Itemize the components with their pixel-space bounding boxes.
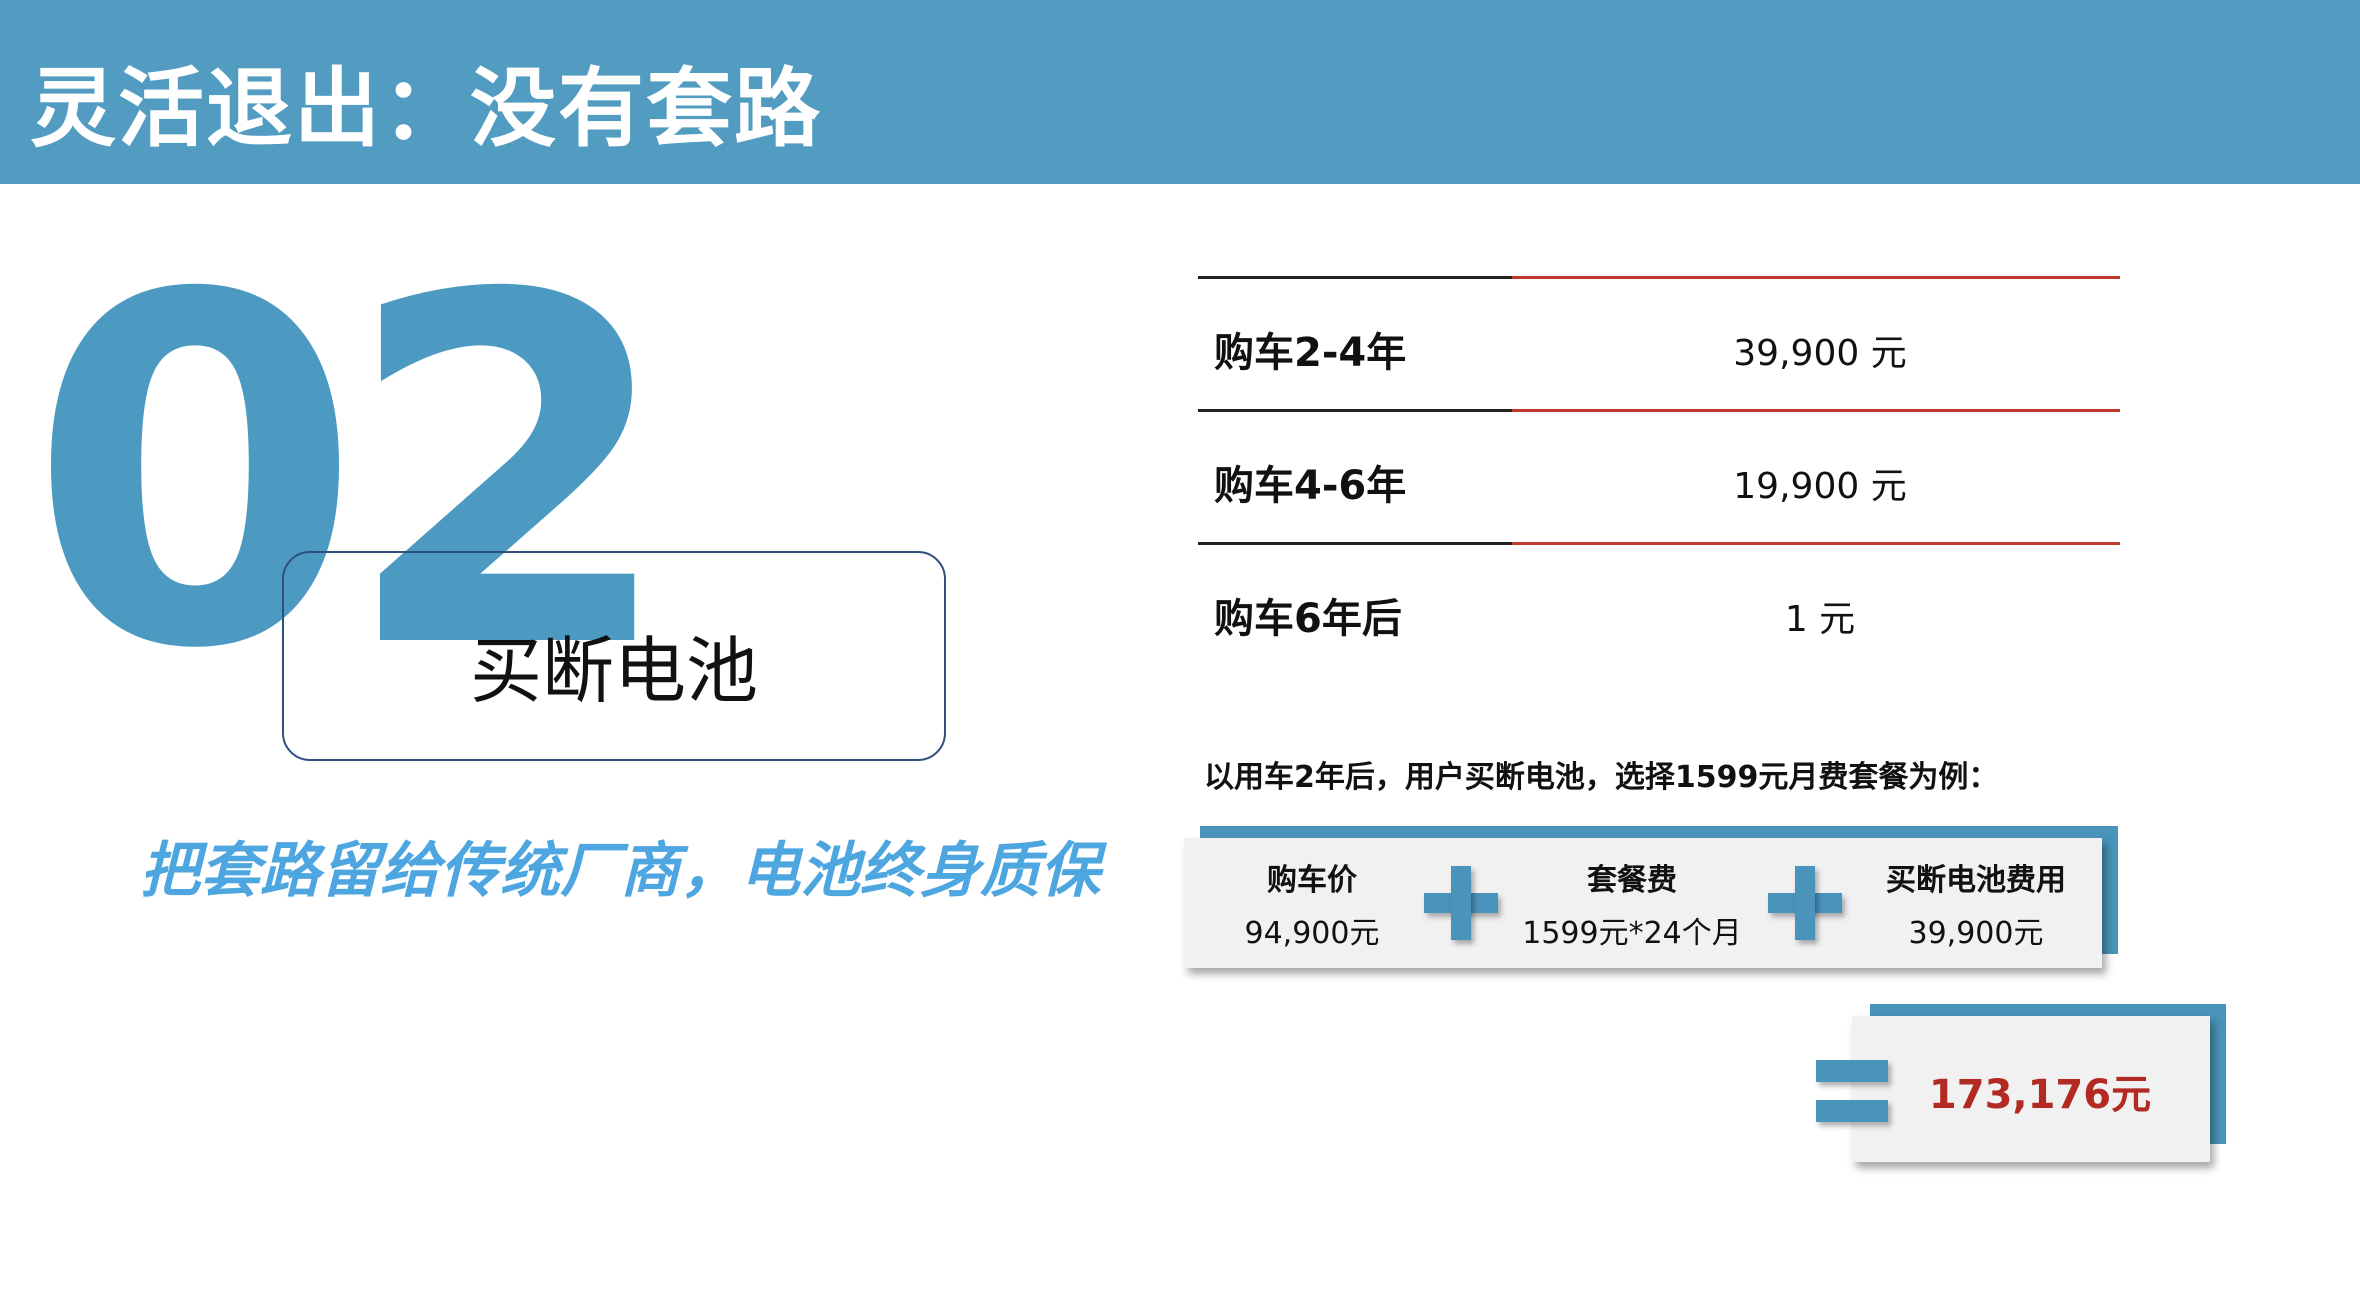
price-label: 购车6年后 — [1214, 596, 1402, 642]
example-note: 以用车2年后，用户买断电池，选择1599元月费套餐为例： — [1204, 760, 1999, 795]
plus-icon — [1768, 866, 1842, 940]
topic-label: 买断电池 — [469, 629, 758, 713]
slogan: 把套路留给传统厂商，电池终身质保 — [140, 836, 1100, 906]
equals-icon — [1816, 1060, 1888, 1124]
price-value: 39,900 元 — [1733, 333, 1907, 374]
cost-item-title: 购车价 — [1267, 863, 1357, 898]
table-divider — [1198, 542, 2120, 545]
cost-item-value: 1599元*24个月 — [1522, 916, 1742, 951]
cost-item-value: 94,900元 — [1244, 916, 1380, 951]
cost-item-value: 39,900元 — [1908, 916, 2044, 951]
price-label: 购车2-4年 — [1214, 330, 1407, 376]
price-value: 1 元 — [1784, 599, 1856, 640]
total-value: 173,176元 — [1928, 1072, 2152, 1118]
cost-item-title: 套餐费 — [1587, 863, 1677, 898]
table-divider — [1198, 276, 2120, 279]
page-title: 灵活退出：没有套路 — [30, 59, 822, 159]
table-divider — [1198, 409, 2120, 412]
price-value: 19,900 元 — [1733, 466, 1907, 507]
cost-item-title: 买断电池费用 — [1886, 863, 2066, 898]
price-label: 购车4-6年 — [1214, 463, 1407, 509]
plus-icon — [1424, 866, 1498, 940]
